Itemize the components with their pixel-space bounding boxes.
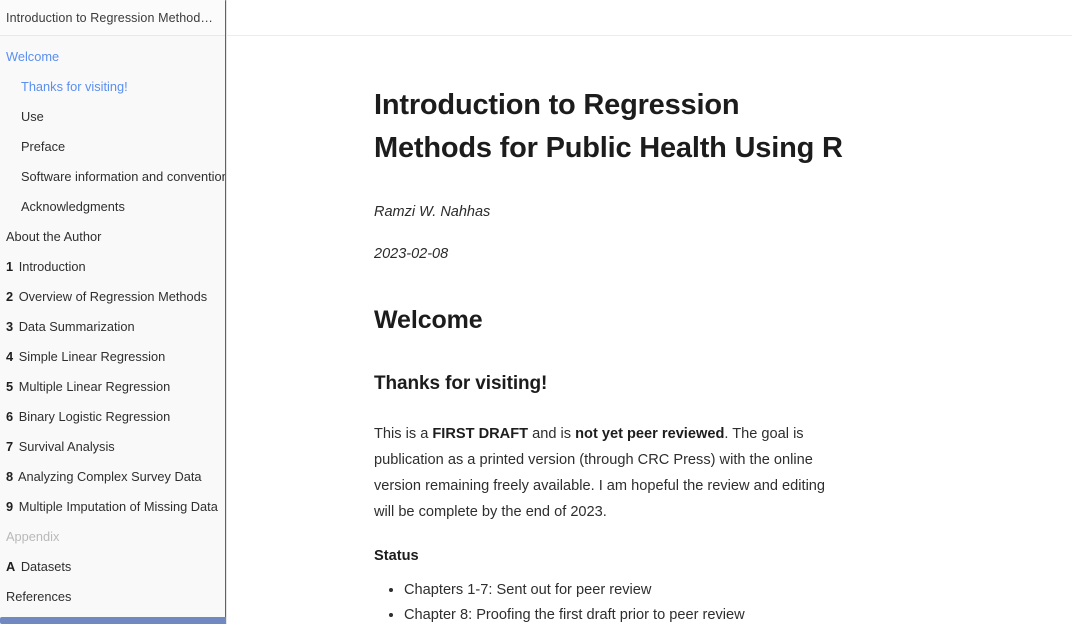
sidebar-item-label: Multiple Imputation of Missing Data bbox=[18, 499, 218, 514]
chapter-number: 7 bbox=[6, 439, 14, 454]
sidebar-item-preface[interactable]: Preface bbox=[0, 132, 226, 162]
author-byline: Ramzi W. Nahhas bbox=[374, 204, 491, 220]
sidebar-horizontal-scrollbar-thumb[interactable] bbox=[0, 617, 226, 624]
intro-text-part1: This is a bbox=[374, 426, 433, 442]
sidebar-item-acknowledgments[interactable]: Acknowledgments bbox=[0, 192, 226, 222]
chapter-number: 2 bbox=[6, 289, 14, 304]
sidebar-header: Introduction to Regression Methods for… bbox=[0, 0, 226, 36]
chapter-number: 5 bbox=[6, 379, 14, 394]
sidebar-toc: Introduction to Regression Methods for… … bbox=[0, 0, 227, 624]
sidebar-item-label: Analyzing Complex Survey Data bbox=[17, 469, 202, 484]
chapter-number: 8 bbox=[6, 469, 14, 484]
sidebar-item-multiple-imputation-of-missing-data[interactable]: 9 Multiple Imputation of Missing Data bbox=[0, 492, 226, 522]
content-scroll-area[interactable]: Introduction to Regression Methods for P… bbox=[227, 36, 1080, 624]
sidebar-item-label: Multiple Linear Regression bbox=[18, 379, 171, 394]
intro-text-part2: and is bbox=[528, 426, 576, 442]
content-topbar bbox=[227, 0, 1072, 36]
main-content: Introduction to Regression Methods for P… bbox=[227, 0, 1080, 624]
sidebar-item-references[interactable]: References bbox=[0, 582, 226, 612]
sidebar-item-label: Survival Analysis bbox=[18, 439, 115, 454]
sidebar-item-multiple-linear-regression[interactable]: 5 Multiple Linear Regression bbox=[0, 372, 226, 402]
sidebar-item-label: Software information and conventions bbox=[21, 169, 226, 184]
sidebar-item-introduction[interactable]: 1 Introduction bbox=[0, 252, 226, 282]
chapter-number: 9 bbox=[6, 499, 14, 514]
publication-date: 2023-02-08 bbox=[374, 246, 449, 262]
list-item: Chapter 8: Proofing the first draft prio… bbox=[404, 603, 847, 624]
sidebar-item-survival-analysis[interactable]: 7 Survival Analysis bbox=[0, 432, 226, 462]
subsection-heading-thanks: Thanks for visiting! bbox=[374, 373, 548, 394]
sidebar-item-welcome[interactable]: Welcome bbox=[0, 42, 226, 72]
sidebar-item-data-summarization[interactable]: 3 Data Summarization bbox=[0, 312, 226, 342]
sidebar-item-label: Welcome bbox=[6, 49, 60, 64]
sidebar-item-about-the-author[interactable]: About the Author bbox=[0, 222, 226, 252]
status-list: Chapters 1-7: Sent out for peer reviewCh… bbox=[374, 578, 847, 624]
sidebar-item-datasets[interactable]: A Datasets bbox=[0, 552, 226, 582]
intro-paragraph: This is a FIRST DRAFT and is not yet pee… bbox=[374, 421, 847, 525]
sidebar-item-label: About the Author bbox=[6, 229, 102, 244]
sidebar-item-label: Thanks for visiting! bbox=[21, 79, 128, 94]
list-item: Chapters 1-7: Sent out for peer review bbox=[404, 578, 847, 603]
sidebar-item-thanks-for-visiting[interactable]: Thanks for visiting! bbox=[0, 72, 226, 102]
sidebar-item-simple-linear-regression[interactable]: 4 Simple Linear Regression bbox=[0, 342, 226, 372]
sidebar-item-overview-of-regression-methods[interactable]: 2 Overview of Regression Methods bbox=[0, 282, 226, 312]
sidebar-horizontal-scrollbar[interactable] bbox=[0, 616, 226, 624]
sidebar-item-analyzing-complex-survey-data[interactable]: 8 Analyzing Complex Survey Data bbox=[0, 462, 226, 492]
chapter-number: A bbox=[6, 559, 16, 574]
toc-nav: Welcome Thanks for visiting! Use Preface Sof… bbox=[0, 36, 226, 624]
chapter-number: 4 bbox=[6, 349, 14, 364]
sidebar-item-binary-logistic-regression[interactable]: 6 Binary Logistic Regression bbox=[0, 402, 226, 432]
sidebar-item-label: Use bbox=[21, 109, 44, 124]
sidebar-item-label: Introduction bbox=[18, 259, 86, 274]
sidebar-item-label: Data Summarization bbox=[18, 319, 135, 334]
sidebar-item-label: Simple Linear Regression bbox=[18, 349, 166, 364]
book-reader-window: Introduction to Regression Methods for… … bbox=[0, 0, 1080, 624]
sidebar-item-label: Preface bbox=[21, 139, 66, 154]
sidebar-item-label: Datasets bbox=[20, 559, 72, 574]
sidebar-item-label: Acknowledgments bbox=[21, 199, 125, 214]
section-heading-welcome: Welcome bbox=[374, 306, 483, 334]
sidebar-item-appendix: Appendix bbox=[0, 522, 226, 552]
page-title: Introduction to Regression Methods for P… bbox=[374, 89, 843, 164]
sidebar-item-software-information-and-conventions[interactable]: Software information and conventions bbox=[0, 162, 226, 192]
sidebar-item-use[interactable]: Use bbox=[0, 102, 226, 132]
sidebar-item-label: Overview of Regression Methods bbox=[18, 289, 208, 304]
sidebar-book-title: Introduction to Regression Methods for… bbox=[6, 10, 218, 25]
sidebar-item-label: Binary Logistic Regression bbox=[18, 409, 171, 424]
chapter-number: 3 bbox=[6, 319, 14, 334]
sidebar-item-label: References bbox=[6, 589, 72, 604]
status-label: Status bbox=[374, 548, 419, 564]
intro-bold-not-peer-reviewed: not yet peer reviewed bbox=[575, 426, 725, 442]
sidebar-item-label: Appendix bbox=[6, 529, 60, 544]
chapter-number: 6 bbox=[6, 409, 14, 424]
intro-bold-first-draft: FIRST DRAFT bbox=[432, 426, 529, 442]
chapter-number: 1 bbox=[6, 259, 14, 274]
